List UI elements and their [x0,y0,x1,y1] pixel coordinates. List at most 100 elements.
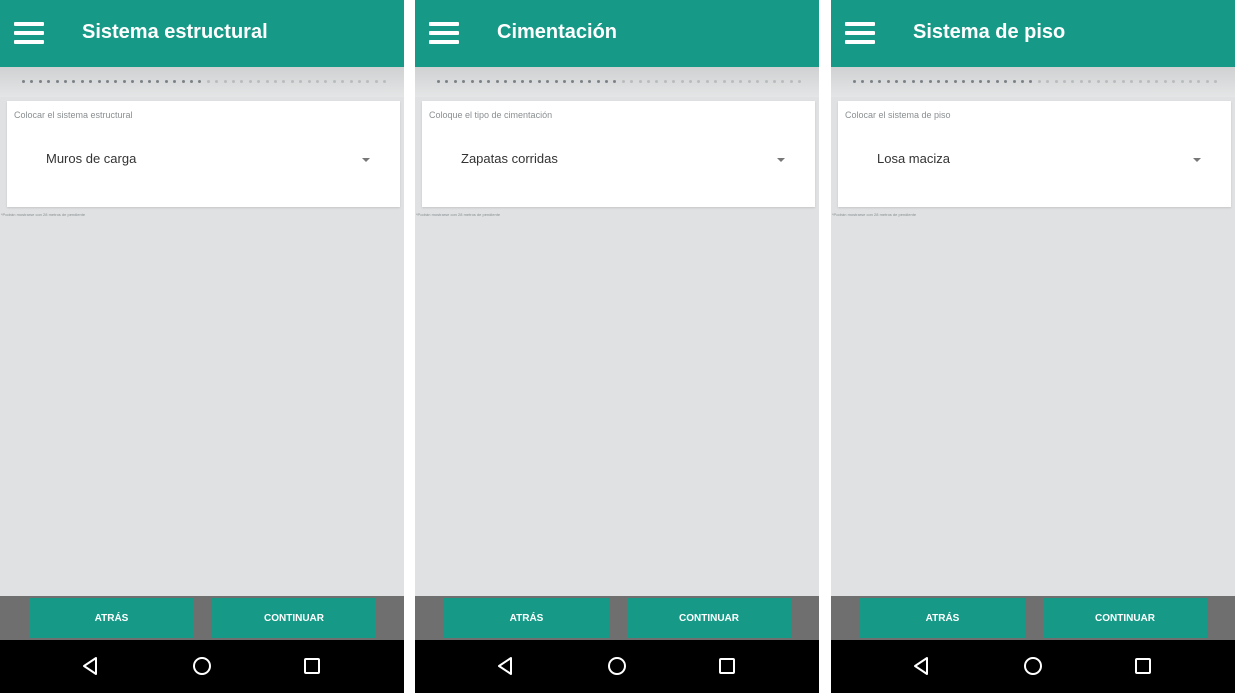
hamburger-menu-icon[interactable] [429,22,459,44]
progress-dot [1054,80,1058,83]
phone-screen-1: Sistema estructural Colocar el sistema e… [0,0,404,693]
progress-dot [512,80,516,83]
back-triangle-icon[interactable] [80,655,102,677]
continue-button[interactable]: CONTINUAR [212,598,376,638]
progress-dot [945,80,949,83]
home-circle-icon[interactable] [191,655,213,677]
app-bar: Sistema estructural [0,0,404,67]
progress-dot [798,80,802,83]
progress-dot [588,80,592,83]
progress-dot [383,80,387,83]
progress-dot [156,80,160,83]
progress-dot [181,80,185,83]
progress-dot [1063,80,1066,83]
progress-dot [290,80,294,83]
progress-dot [1214,80,1218,83]
progress-dots [415,80,819,84]
progress-dot [215,80,219,83]
progress-dot [358,80,361,83]
page-title: Sistema estructural [82,21,268,43]
progress-dot [479,80,482,83]
progress-dot [554,80,558,83]
hamburger-menu-icon[interactable] [845,22,875,44]
progress-dot [366,80,370,83]
progress-dot [920,80,924,83]
progress-dot [1205,80,1209,83]
back-triangle-icon[interactable] [495,655,517,677]
progress-dot [1096,80,1100,83]
progress-dot [546,80,550,83]
progress-dots [0,80,404,84]
progress-dot [470,80,474,83]
dropdown-selected-value: Muros de carga [46,151,137,166]
back-button[interactable]: ATRÁS [860,598,1025,638]
progress-dot [248,80,252,83]
progress-dot [72,80,76,83]
progress-dot [131,80,135,83]
page-title: Cimentación [497,21,618,43]
progress-dot [324,80,328,83]
progress-dot [1029,80,1033,83]
progress-dot [173,80,177,83]
progress-dot [672,80,676,83]
progress-dot [495,80,499,83]
progress-dot [895,80,898,83]
progress-dot [987,80,991,83]
phone-screen-2: Cimentación Coloque el tipo de cimentaci… [415,0,819,693]
continue-button[interactable]: CONTINUAR [627,598,791,638]
progress-dot [1046,80,1050,83]
home-circle-icon[interactable] [1022,655,1044,677]
continue-button[interactable]: CONTINUAR [1043,598,1207,638]
progress-dot [206,80,210,83]
progress-dot [1189,80,1192,83]
recent-apps-square-icon[interactable] [716,655,738,677]
selection-card: Colocar el sistema estructural Muros de … [7,101,400,207]
progress-dot [1037,80,1041,83]
system-nav-bar [0,640,404,693]
progress-dot [1197,80,1201,83]
footnote: *Podrán mostrarse con 28 metros de pendi… [832,212,917,217]
dropdown-arrow-icon [362,158,370,162]
progress-dot [911,80,915,83]
recent-apps-square-icon[interactable] [1132,655,1154,677]
progress-dot [1079,80,1083,83]
progress-dot [655,80,659,83]
progress-dot [739,80,743,83]
option-dropdown[interactable]: Losa maciza [845,135,1223,185]
progress-dot [1113,80,1117,83]
progress-dot [995,80,999,83]
progress-dot [30,80,34,83]
back-triangle-icon[interactable] [911,655,933,677]
progress-dot [1021,80,1024,83]
progress-dot [299,80,303,83]
progress-dot [164,80,168,83]
progress-dot [928,80,932,83]
recent-apps-square-icon[interactable] [301,655,323,677]
progress-dot [630,80,634,83]
progress-dot [596,80,600,83]
progress-dot [697,80,701,83]
home-circle-icon[interactable] [606,655,628,677]
option-dropdown[interactable]: Muros de carga [14,135,392,185]
option-dropdown[interactable]: Zapatas corridas [429,135,807,185]
back-button[interactable]: ATRÁS [29,598,194,638]
progress-dot [853,80,856,83]
app-bar: Cimentación [415,0,819,67]
progress-dot [722,80,726,83]
progress-dot [1172,80,1176,83]
phone-screen-3: Sistema de piso Colocar el sistema de pi… [831,0,1235,693]
progress-dot [114,80,118,83]
progress-dot [647,80,650,83]
progress-dot [453,80,457,83]
hamburger-menu-icon[interactable] [14,22,44,44]
progress-dot [663,80,667,83]
progress-dot [886,80,890,83]
progress-dot [190,80,193,83]
progress-dot [487,80,491,83]
back-button[interactable]: ATRÁS [444,598,609,638]
field-label: Coloque el tipo de cimentación [429,110,553,120]
progress-dot [953,80,957,83]
progress-dot [462,80,466,83]
field-label: Colocar el sistema de piso [845,110,951,120]
progress-dot [257,80,261,83]
